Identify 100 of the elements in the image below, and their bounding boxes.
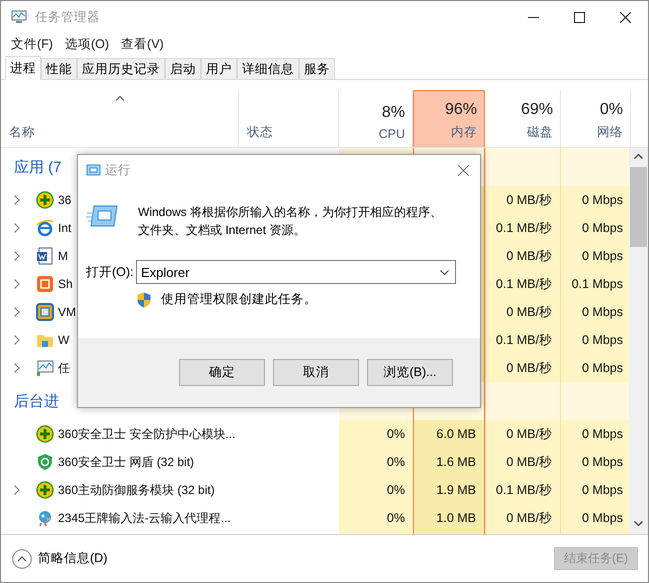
- process-name[interactable]: VM: [58, 305, 76, 319]
- table-cell: [561, 148, 630, 186]
- run-window-icon: [86, 205, 118, 227]
- table-cell: 0 Mbps: [561, 420, 630, 448]
- process-name[interactable]: Int: [58, 221, 72, 235]
- expand-chevron-icon[interactable]: [14, 279, 20, 289]
- tab[interactable]: 详细信息: [237, 58, 299, 79]
- process-name[interactable]: Sh: [58, 277, 73, 291]
- sort-caret-icon: [115, 96, 124, 101]
- scroll-down-icon[interactable]: [634, 521, 644, 526]
- table-cell: 0%: [339, 448, 413, 476]
- column-header[interactable]: 69% 磁盘: [485, 90, 561, 147]
- dialog-title: 运行: [105, 162, 131, 178]
- table-cell: 0 MB/秒: [485, 354, 561, 382]
- parrot-icon: [36, 509, 54, 527]
- menu-item[interactable]: 选项(O): [64, 36, 110, 52]
- square-app-icon: [36, 275, 54, 293]
- table-cell: 0 Mbps: [561, 298, 630, 326]
- table-cell: 0 Mbps: [561, 186, 630, 214]
- group-title[interactable]: 后台进: [14, 392, 59, 410]
- process-name[interactable]: 36: [58, 193, 72, 207]
- open-label: 打开(O):: [86, 264, 135, 280]
- window-title: 任务管理器: [35, 8, 100, 26]
- open-combo-box[interactable]: Explorer: [136, 260, 456, 284]
- dialog-button[interactable]: 取消: [273, 359, 359, 386]
- dialog-button[interactable]: 确定: [179, 359, 265, 386]
- expand-chevron-icon[interactable]: [14, 251, 20, 261]
- table-cell: 1.9 MB: [413, 476, 485, 504]
- table-cell: 0.1 MB/秒: [485, 476, 561, 504]
- run-window-icon: [84, 164, 101, 176]
- close-icon[interactable]: [620, 12, 631, 22]
- plus-circle-icon: [36, 191, 54, 209]
- table-cell: 0.1 MB/秒: [485, 214, 561, 242]
- shield-icon: [137, 292, 151, 308]
- table-cell: 0%: [339, 504, 413, 532]
- tab[interactable]: 用户: [201, 58, 237, 79]
- dropdown-caret-icon[interactable]: [440, 270, 449, 274]
- minimize-icon[interactable]: [528, 16, 539, 18]
- framed-square-icon: [36, 303, 54, 321]
- table-cell: 0.1 MB/秒: [485, 326, 561, 354]
- table-cell: 0 MB/秒: [485, 242, 561, 270]
- table-cell: 6.0 MB: [413, 420, 485, 448]
- collapse-circle-icon[interactable]: [12, 548, 32, 568]
- table-cell: 0%: [339, 420, 413, 448]
- table-cell: 1.0 MB: [413, 504, 485, 532]
- fewer-details-link[interactable]: 简略信息(D): [38, 550, 108, 567]
- table-cell: 0 MB/秒: [485, 448, 561, 476]
- menu-item[interactable]: 查看(V): [121, 36, 164, 52]
- document-icon: [36, 247, 54, 265]
- scroll-thumb[interactable]: [630, 167, 648, 247]
- monitor-chart-icon: [36, 359, 54, 377]
- table-cell: 0 MB/秒: [485, 420, 561, 448]
- process-name[interactable]: 360安全卫士 网盾 (32 bit): [58, 454, 194, 470]
- table-cell: 0 Mbps: [561, 214, 630, 242]
- column-header[interactable]: 0% 网络: [561, 90, 631, 147]
- scroll-up-icon[interactable]: [634, 154, 644, 159]
- process-name[interactable]: 360主动防御服务模块 (32 bit): [58, 482, 215, 498]
- shield-icon: [36, 453, 54, 471]
- table-cell: 0 MB/秒: [485, 504, 561, 532]
- table-cell: 0 MB/秒: [485, 186, 561, 214]
- process-name[interactable]: W: [58, 333, 70, 347]
- table-cell: 0.1 Mbps: [561, 270, 630, 298]
- group-title[interactable]: 应用 (7: [14, 158, 62, 176]
- expand-chevron-icon[interactable]: [14, 363, 20, 373]
- tab[interactable]: 进程: [5, 56, 41, 80]
- table-cell: 0 Mbps: [561, 354, 630, 382]
- process-name[interactable]: 任: [58, 360, 70, 376]
- column-header[interactable]: 名称: [1, 90, 239, 147]
- tab[interactable]: 性能: [41, 58, 77, 79]
- dialog-button[interactable]: 浏览(B)...: [367, 359, 453, 386]
- dialog-description: Windows 将根据你所输入的名称，为你打开相应的程序、文件夹、文档或 Internet 资源。: [138, 204, 444, 239]
- table-cell: [561, 382, 630, 420]
- letter-e-icon: [36, 219, 54, 237]
- expand-chevron-icon[interactable]: [14, 195, 20, 205]
- table-cell: 0 Mbps: [561, 476, 630, 504]
- process-name[interactable]: 2345王牌输入法-云输入代理程...: [58, 510, 231, 526]
- table-cell: 0 Mbps: [561, 448, 630, 476]
- process-name[interactable]: 360安全卫士 安全防护中心模块...: [58, 426, 236, 442]
- table-cell: 1.6 MB: [413, 448, 485, 476]
- expand-chevron-icon[interactable]: [14, 307, 20, 317]
- admin-note: 使用管理权限创建此任务。: [161, 291, 317, 308]
- tab[interactable]: 应用历史记录: [77, 58, 165, 79]
- menu-item[interactable]: 文件(F): [11, 36, 53, 52]
- monitor-chart-icon: [11, 10, 27, 24]
- expand-chevron-icon[interactable]: [14, 335, 20, 345]
- scrollbar[interactable]: [629, 148, 648, 534]
- table-cell: 0 Mbps: [561, 242, 630, 270]
- table-cell: 0 MB/秒: [485, 298, 561, 326]
- expand-chevron-icon[interactable]: [14, 223, 20, 233]
- table-cell: 0 Mbps: [561, 326, 630, 354]
- plus-circle-icon: [36, 425, 54, 443]
- expand-chevron-icon[interactable]: [14, 485, 20, 495]
- process-name[interactable]: M: [58, 249, 68, 263]
- tab[interactable]: 启动: [165, 58, 201, 79]
- tab[interactable]: 服务: [299, 58, 335, 79]
- table-cell: 0 Mbps: [561, 504, 630, 532]
- column-header[interactable]: 状态: [239, 90, 339, 147]
- maximize-icon[interactable]: [574, 12, 585, 22]
- column-header[interactable]: 96% 内存: [413, 90, 485, 147]
- plus-circle-icon: [36, 481, 54, 499]
